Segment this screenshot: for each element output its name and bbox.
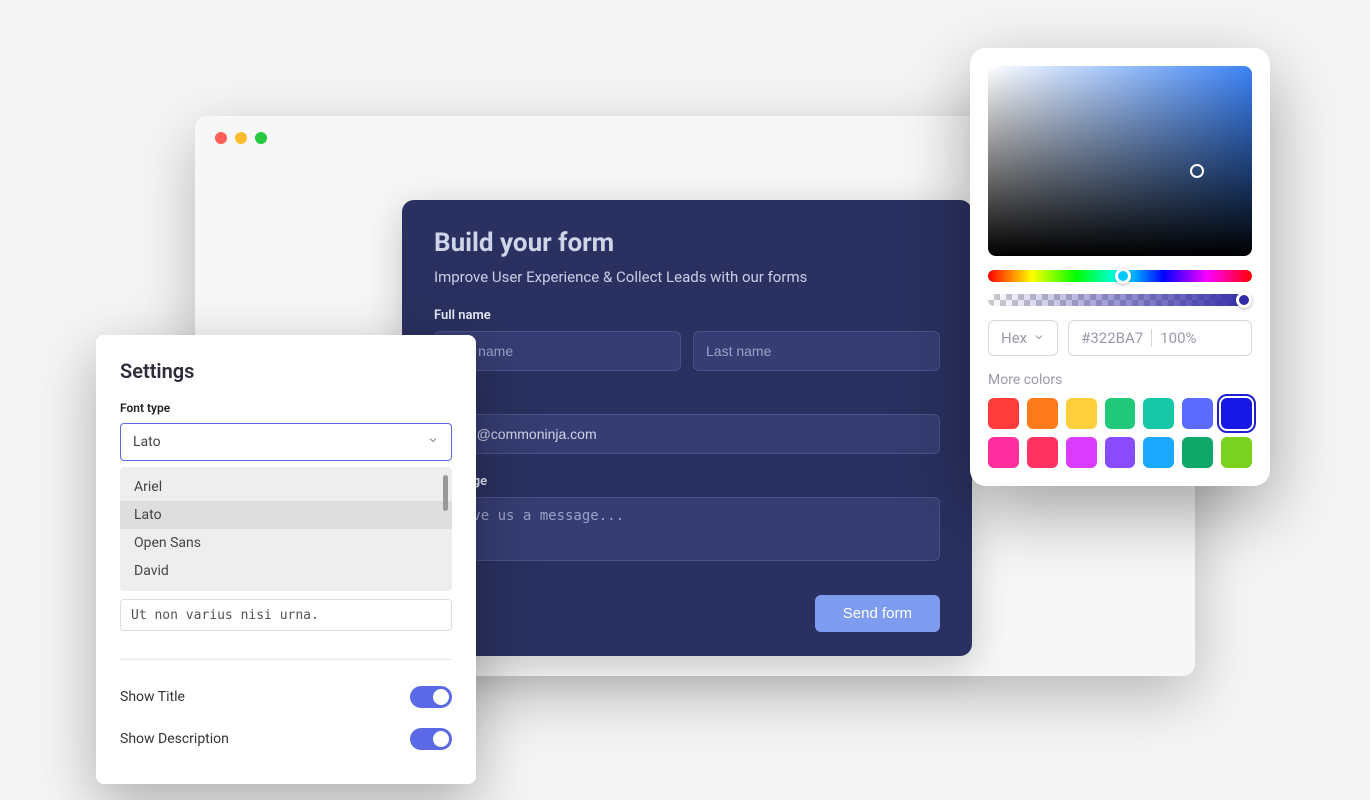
full-name-label: Full name — [434, 308, 940, 323]
divider — [120, 659, 452, 660]
font-option[interactable]: Lato — [120, 501, 452, 529]
font-option[interactable]: David — [120, 557, 452, 585]
font-dropdown: Ariel Lato Open Sans David — [120, 467, 452, 591]
show-title-label: Show Title — [120, 689, 185, 705]
maximize-window-icon[interactable] — [255, 132, 267, 144]
show-description-toggle[interactable] — [410, 728, 452, 750]
opacity-value: 100% — [1160, 329, 1196, 347]
chevron-down-icon — [427, 434, 439, 450]
font-type-label: Font type — [120, 401, 452, 415]
color-swatch[interactable] — [1182, 398, 1213, 429]
color-swatch[interactable] — [1143, 398, 1174, 429]
form-title: Build your form — [434, 228, 940, 258]
message-label: Message — [434, 474, 940, 489]
color-picker-cursor-icon[interactable] — [1190, 164, 1204, 178]
color-swatch[interactable] — [1066, 398, 1097, 429]
scrollbar[interactable] — [443, 475, 448, 511]
settings-title: Settings — [120, 359, 452, 383]
hex-value-input[interactable]: #322BA7 100% — [1068, 320, 1252, 356]
saturation-lightness-picker[interactable] — [988, 66, 1252, 256]
hex-value: #322BA7 — [1081, 329, 1143, 347]
color-swatch[interactable] — [1221, 398, 1252, 429]
settings-panel: Settings Font type Lato Ariel Lato Open … — [96, 335, 476, 784]
show-title-toggle[interactable] — [410, 686, 452, 708]
email-label: Email — [434, 391, 940, 406]
color-swatch[interactable] — [1105, 437, 1136, 468]
color-swatch[interactable] — [1143, 437, 1174, 468]
close-window-icon[interactable] — [215, 132, 227, 144]
last-name-input[interactable] — [693, 331, 940, 371]
form-subtitle: Improve User Experience & Collect Leads … — [434, 268, 940, 286]
color-format-value: Hex — [1001, 329, 1027, 347]
color-swatch[interactable] — [1027, 437, 1058, 468]
text-preview[interactable] — [120, 599, 452, 631]
form-builder-preview: Build your form Improve User Experience … — [402, 200, 972, 656]
divider — [1151, 329, 1152, 347]
hue-slider[interactable] — [988, 270, 1252, 282]
color-swatch[interactable] — [1027, 398, 1058, 429]
color-swatch[interactable] — [988, 398, 1019, 429]
alpha-slider-thumb[interactable] — [1236, 292, 1252, 308]
color-picker-panel: Hex #322BA7 100% More colors — [970, 48, 1270, 486]
color-swatch-grid — [988, 398, 1252, 468]
hue-slider-thumb[interactable] — [1115, 268, 1131, 284]
color-swatch[interactable] — [988, 437, 1019, 468]
color-swatch[interactable] — [1182, 437, 1213, 468]
minimize-window-icon[interactable] — [235, 132, 247, 144]
color-swatch[interactable] — [1105, 398, 1136, 429]
font-option[interactable]: Open Sans — [120, 529, 452, 557]
alpha-slider[interactable] — [988, 294, 1252, 306]
font-select[interactable]: Lato — [120, 423, 452, 461]
show-description-label: Show Description — [120, 731, 229, 747]
font-option[interactable]: Ariel — [120, 473, 452, 501]
color-swatch[interactable] — [1221, 437, 1252, 468]
send-form-button[interactable]: Send form — [815, 595, 940, 632]
color-format-select[interactable]: Hex — [988, 320, 1058, 356]
more-colors-label: More colors — [988, 372, 1252, 388]
color-swatch[interactable] — [1066, 437, 1097, 468]
message-textarea[interactable] — [434, 497, 940, 561]
chevron-down-icon — [1033, 329, 1045, 347]
font-select-value: Lato — [133, 434, 161, 450]
email-input[interactable] — [434, 414, 940, 454]
